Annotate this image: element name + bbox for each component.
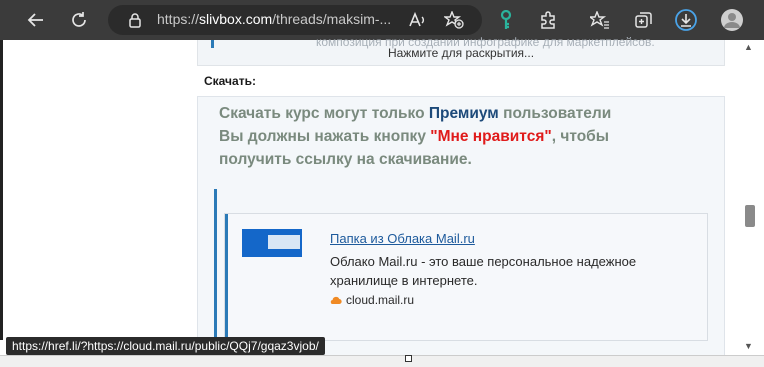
lock-icon[interactable] <box>128 12 142 28</box>
collections-button[interactable] <box>630 6 658 34</box>
download-icon <box>675 9 697 31</box>
like-button-text: "Мне нравится" <box>430 128 552 145</box>
collections-icon <box>635 12 652 28</box>
add-favorite-button[interactable] <box>440 6 468 34</box>
premium-line-1-end: пользователи <box>498 105 612 122</box>
page-left-area <box>0 40 197 355</box>
refresh-icon <box>72 12 86 27</box>
favorites-icon <box>590 11 609 29</box>
key-extension-button[interactable] <box>492 6 520 34</box>
cloud-mail-icon <box>330 296 342 305</box>
favorites-button[interactable] <box>586 6 614 34</box>
premium-line-2-end: , чтобы <box>551 128 609 145</box>
scroll-down-arrow[interactable]: ▼ <box>744 341 753 351</box>
back-arrow-icon <box>27 13 43 27</box>
browser-toolbar: https://slivbox.com/threads/maksim-... <box>0 0 764 40</box>
url-host: slivbox.com <box>199 11 273 27</box>
card-site-label: cloud.mail.ru <box>346 293 415 307</box>
key-icon <box>500 10 512 29</box>
scrollbar-thumb[interactable] <box>745 205 755 227</box>
card-thumbnail[interactable] <box>242 229 302 257</box>
read-aloud-button[interactable] <box>404 6 432 34</box>
read-aloud-icon <box>409 11 424 27</box>
premium-line-2: Вы должны нажать кнопку "Мне нравится", … <box>219 128 609 146</box>
card-accent-bar <box>225 214 228 340</box>
downloads-button[interactable] <box>672 6 700 34</box>
expand-link[interactable]: Нажмите для раскрытия... <box>198 46 724 60</box>
extensions-button[interactable] <box>534 6 562 34</box>
scroll-up-arrow[interactable]: ▲ <box>744 42 753 52</box>
premium-line-2-start: Вы должны нажать кнопку <box>219 128 431 145</box>
spoiler-block: композиция при создании инфографике для … <box>197 35 725 66</box>
card-title-link[interactable]: Папка из Облака Mail.ru <box>330 231 475 246</box>
url-prefix: https:// <box>157 11 200 27</box>
bottom-frame <box>0 355 764 367</box>
card-site[interactable]: cloud.mail.ru <box>330 293 414 307</box>
profile-icon <box>721 9 743 31</box>
url-text[interactable]: https://slivbox.com/threads/maksim-... <box>157 11 391 27</box>
page-scrollbar[interactable] <box>741 40 756 355</box>
link-status-tooltip: https://href.li/?https://cloud.mail.ru/p… <box>6 337 325 355</box>
resize-handle[interactable] <box>405 355 412 362</box>
profile-button[interactable] <box>718 6 746 34</box>
thumbnail-strip <box>268 235 300 249</box>
url-path: /threads/maksim-... <box>272 11 392 27</box>
refresh-button[interactable] <box>65 6 93 34</box>
premium-line-3: получить ссылку на скачивание. <box>219 151 472 168</box>
premium-notice-box: Скачать курс могут только Премиум пользо… <box>197 96 725 356</box>
back-button[interactable] <box>22 6 50 34</box>
download-label: Скачать: <box>204 74 256 88</box>
puzzle-icon <box>541 11 555 29</box>
quote-accent-bar <box>214 189 217 339</box>
premium-line-1-start: Скачать курс могут только <box>219 105 429 122</box>
add-favorite-icon <box>444 11 464 29</box>
left-edge-line <box>0 40 3 340</box>
premium-line-1: Скачать курс могут только Премиум пользо… <box>219 105 611 123</box>
premium-word: Премиум <box>428 105 499 122</box>
link-preview-card[interactable]: Папка из Облака Mail.ru Облако Mail.ru -… <box>224 213 708 341</box>
card-description: Облако Mail.ru - это ваше персональное н… <box>330 254 637 288</box>
